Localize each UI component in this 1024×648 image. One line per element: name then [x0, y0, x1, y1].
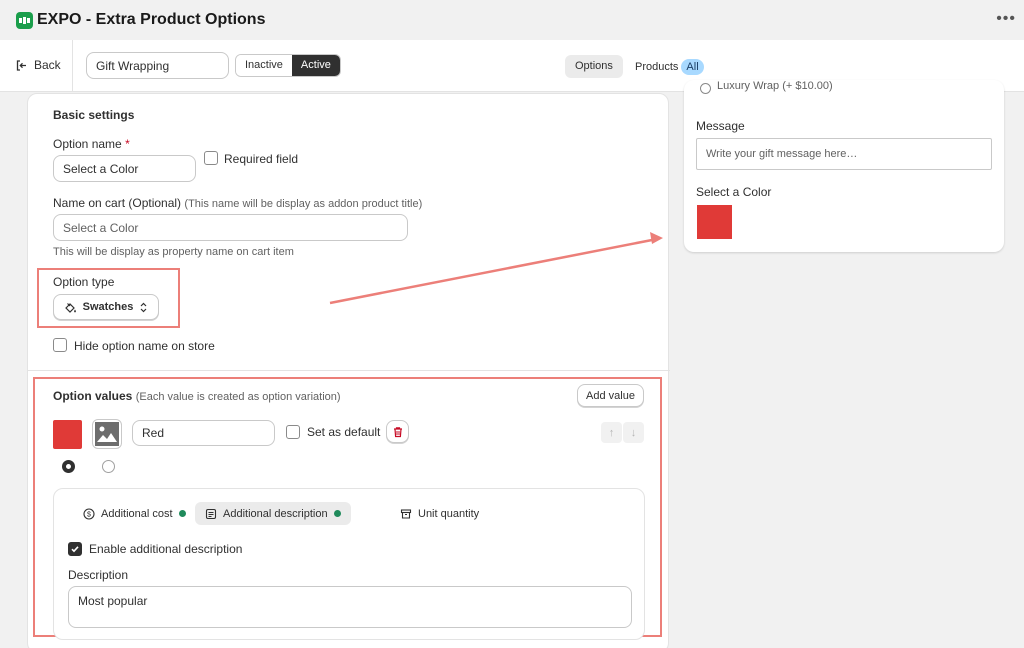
select-chevron-icon — [140, 302, 147, 312]
description-textarea[interactable]: Most popular — [68, 586, 632, 628]
note-icon — [205, 508, 217, 519]
hide-option-name-label: Hide option name on store — [74, 339, 215, 353]
subtab-additional-cost-label: Additional cost — [101, 507, 173, 520]
option-type-label: Option type — [53, 275, 115, 289]
status-dot — [333, 510, 341, 517]
add-value-button[interactable]: Add value — [577, 384, 644, 407]
exit-arrow-icon — [16, 59, 26, 71]
required-field-label: Required field — [224, 152, 299, 166]
delete-value-button[interactable] — [386, 420, 409, 443]
subtab-additional-description[interactable]: Additional description — [195, 502, 351, 525]
description-label: Description — [68, 568, 129, 582]
status-inactive-button[interactable]: Inactive — [236, 55, 292, 76]
value-settings-card: $ Additional cost Additional description… — [53, 488, 645, 640]
preview-color-label: Select a Color — [696, 185, 772, 199]
option-values-title: Option values — [53, 389, 133, 403]
option-name-label-text: Option name — [53, 137, 122, 151]
preview-color-swatch[interactable] — [697, 205, 732, 239]
app-title-bar: EXPO - Extra Product Options ••• — [0, 0, 1024, 40]
option-name-label: Option name * — [53, 137, 130, 151]
status-toggle: Inactive Active — [235, 54, 341, 77]
image-upload-button[interactable] — [92, 419, 122, 449]
option-settings-card: Basic settings Option name * Required fi… — [27, 93, 670, 648]
paint-bucket-icon — [64, 302, 76, 313]
svg-text:$: $ — [87, 511, 91, 518]
app-title: EXPO - Extra Product Options — [37, 11, 266, 28]
preview-message-label: Message — [696, 119, 745, 133]
subtab-unit-quantity[interactable]: Unit quantity — [390, 502, 489, 525]
cart-name-input[interactable] — [53, 214, 408, 241]
move-up-icon[interactable]: ↑ — [601, 422, 622, 443]
option-name-input[interactable] — [53, 155, 196, 182]
hide-option-name-checkbox[interactable] — [53, 338, 67, 352]
option-value-input[interactable] — [132, 420, 275, 446]
status-dot — [178, 510, 186, 517]
tab-products[interactable]: Products All — [635, 55, 704, 78]
subtab-unit-quantity-label: Unit quantity — [418, 507, 480, 520]
option-set-name-input[interactable] — [86, 52, 229, 79]
status-active-button[interactable]: Active — [291, 55, 340, 76]
option-type-value: Swatches — [82, 301, 134, 313]
option-type-select[interactable]: Swatches — [53, 294, 159, 320]
set-default-label: Set as default — [307, 425, 381, 439]
app-logo-icon — [16, 11, 33, 29]
image-icon — [95, 422, 119, 446]
move-down-icon[interactable]: ↓ — [623, 422, 644, 443]
back-button[interactable]: Back — [15, 58, 61, 72]
swatch-mode-image-radio[interactable] — [102, 460, 115, 473]
option-values-header: Option values (Each value is created as … — [53, 389, 341, 403]
subtab-additional-description-label: Additional description — [223, 507, 328, 520]
reorder-arrows: ↑ ↓ — [601, 422, 644, 443]
enable-description-label: Enable additional description — [89, 542, 243, 556]
trash-icon — [393, 426, 402, 437]
preview-message-input[interactable] — [696, 138, 992, 170]
box-icon — [400, 508, 412, 519]
products-all-badge: All — [681, 58, 704, 75]
cart-name-label-text: Name on cart (Optional) — [53, 196, 182, 210]
cart-name-label: Name on cart (Optional) (This name will … — [53, 196, 422, 210]
value-swatch-color[interactable] — [53, 420, 82, 449]
tab-products-label: Products — [635, 60, 679, 73]
section-divider — [28, 370, 670, 371]
storefront-preview-card: Luxury Wrap (+ $10.00) Message Select a … — [684, 80, 1004, 252]
tab-options[interactable]: Options — [565, 55, 623, 78]
cart-name-help: This will be display as property name on… — [53, 246, 294, 258]
preview-option-label: Luxury Wrap (+ $10.00) — [717, 80, 833, 92]
subtab-additional-cost[interactable]: $ Additional cost — [73, 502, 196, 525]
toolbar-divider — [72, 40, 73, 92]
cart-name-hint: (This name will be display as addon prod… — [184, 198, 423, 210]
basic-settings-title: Basic settings — [53, 108, 135, 122]
dollar-circle-icon: $ — [83, 507, 95, 520]
required-mark: * — [125, 137, 130, 151]
check-icon — [71, 546, 79, 553]
more-horizontal-icon[interactable]: ••• — [996, 10, 1016, 28]
option-values-hint: (Each value is created as option variati… — [135, 391, 341, 403]
required-field-checkbox[interactable] — [204, 151, 218, 165]
set-default-checkbox[interactable] — [286, 425, 300, 439]
preview-option-radio[interactable] — [700, 83, 711, 94]
swatch-mode-color-radio[interactable] — [62, 460, 75, 473]
enable-description-checkbox[interactable] — [68, 542, 82, 556]
back-label: Back — [34, 58, 61, 72]
